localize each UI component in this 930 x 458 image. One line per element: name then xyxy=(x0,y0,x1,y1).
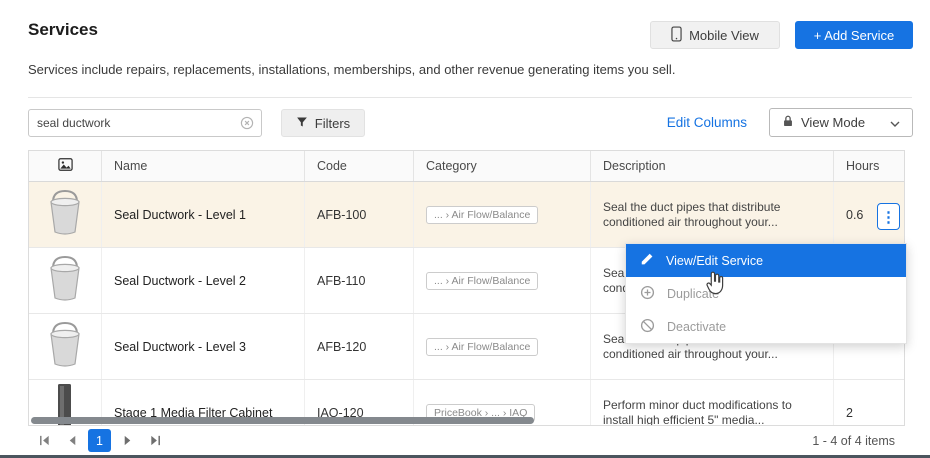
deactivate-icon xyxy=(640,318,655,336)
service-description: Seal the duct pipes that distribute cond… xyxy=(603,200,803,230)
view-mode-dropdown[interactable]: View Mode xyxy=(769,108,913,137)
filters-button[interactable]: Filters xyxy=(281,109,365,137)
row-actions-kebab-button[interactable]: ⋮ xyxy=(877,203,900,230)
page-title: Services xyxy=(28,20,98,40)
menu-item-duplicate[interactable]: Duplicate xyxy=(626,277,906,310)
pagination-bar: 1 1 - 4 of 4 items xyxy=(28,425,905,455)
service-code: AFB-120 xyxy=(317,340,366,354)
table-row[interactable]: Seal Ductwork - Level 1 AFB-100 ... › Ai… xyxy=(29,182,905,248)
edit-columns-link[interactable]: Edit Columns xyxy=(667,115,747,130)
column-header-code[interactable]: Code xyxy=(305,151,414,182)
image-column-header xyxy=(29,151,102,182)
mobile-view-button[interactable]: Mobile View xyxy=(650,21,780,49)
service-name: Seal Ductwork - Level 3 xyxy=(114,340,246,354)
add-service-button[interactable]: + Add Service xyxy=(795,21,913,49)
row-actions-context-menu: View/Edit Service Duplicate Deactivate xyxy=(625,243,907,344)
menu-item-label: Duplicate xyxy=(667,287,719,301)
filter-funnel-icon xyxy=(296,116,308,131)
previous-page-button[interactable] xyxy=(60,429,84,453)
category-breadcrumb[interactable]: ... › Air Flow/Balance xyxy=(426,338,538,356)
photo-icon xyxy=(58,160,73,174)
bucket-thumbnail xyxy=(45,254,85,302)
menu-item-label: View/Edit Service xyxy=(666,254,763,268)
pencil-icon xyxy=(640,252,654,269)
bucket-thumbnail xyxy=(45,188,85,236)
services-page: Services Mobile View + Add Service Servi… xyxy=(0,0,930,458)
table-header-row: Name Code Category Description Hours Pri… xyxy=(29,151,905,182)
service-name: Seal Ductwork - Level 2 xyxy=(114,274,246,288)
column-header-description[interactable]: Description xyxy=(591,151,834,182)
duplicate-icon xyxy=(640,285,655,303)
add-service-label: + Add Service xyxy=(814,28,895,43)
search-input[interactable] xyxy=(29,116,240,130)
category-breadcrumb[interactable]: ... › Air Flow/Balance xyxy=(426,206,538,224)
lock-icon xyxy=(782,114,794,131)
menu-item-label: Deactivate xyxy=(667,320,726,334)
service-code: AFB-100 xyxy=(317,208,366,222)
menu-item-view-edit-service[interactable]: View/Edit Service xyxy=(626,244,906,277)
first-page-button[interactable] xyxy=(32,429,56,453)
filters-label: Filters xyxy=(315,116,350,131)
menu-item-deactivate[interactable]: Deactivate xyxy=(626,310,906,343)
service-hours: 2 xyxy=(846,406,853,420)
bucket-thumbnail xyxy=(45,320,85,368)
column-header-category[interactable]: Category xyxy=(414,151,591,182)
chevron-down-icon xyxy=(890,115,900,130)
pager: 1 xyxy=(28,429,167,453)
search-box xyxy=(28,109,262,137)
view-mode-label: View Mode xyxy=(801,115,865,130)
horizontal-scrollbar-thumb[interactable] xyxy=(31,417,534,424)
next-page-button[interactable] xyxy=(115,429,139,453)
column-header-name[interactable]: Name xyxy=(102,151,305,182)
page-number-current[interactable]: 1 xyxy=(88,429,111,452)
service-code: AFB-110 xyxy=(317,274,365,288)
last-page-button[interactable] xyxy=(143,429,167,453)
items-count-summary: 1 - 4 of 4 items xyxy=(812,434,905,448)
category-breadcrumb[interactable]: ... › Air Flow/Balance xyxy=(426,272,538,290)
clear-search-icon[interactable] xyxy=(240,116,261,130)
service-name: Seal Ductwork - Level 1 xyxy=(114,208,246,222)
mobile-view-label: Mobile View xyxy=(689,28,759,43)
header-divider xyxy=(28,97,912,98)
column-header-hours[interactable]: Hours xyxy=(834,151,906,182)
service-hours: 0.6 xyxy=(846,208,863,222)
service-description: Perform minor duct modifications to inst… xyxy=(603,398,803,426)
page-subtitle: Services include repairs, replacements, … xyxy=(28,62,675,77)
mobile-phone-icon xyxy=(671,26,682,45)
